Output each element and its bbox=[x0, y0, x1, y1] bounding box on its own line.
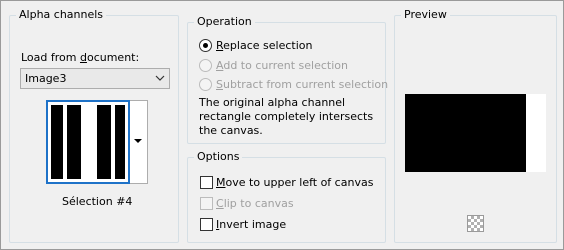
preview-image bbox=[405, 94, 546, 172]
replace-selection-radio[interactable] bbox=[199, 39, 212, 52]
preview-alpha-area bbox=[405, 94, 526, 172]
replace-selection-label[interactable]: Replace selection bbox=[216, 39, 312, 53]
invert-image-checkbox[interactable] bbox=[200, 218, 213, 231]
options-title: Options bbox=[194, 150, 243, 164]
add-to-selection-label[interactable]: Add to current selection bbox=[216, 59, 348, 73]
checkerboard-icon[interactable] bbox=[467, 215, 484, 232]
document-select-value: Image3 bbox=[25, 72, 67, 85]
subtract-from-selection-radio[interactable] bbox=[199, 78, 212, 91]
move-to-upper-left-checkbox[interactable] bbox=[200, 176, 213, 189]
clip-to-canvas-checkbox[interactable] bbox=[200, 197, 213, 210]
subtract-from-selection-label[interactable]: Subtract from current selection bbox=[216, 78, 388, 92]
dropdown-triangle-icon bbox=[134, 139, 142, 143]
clip-to-canvas-label[interactable]: Clip to canvas bbox=[216, 197, 294, 211]
preview-title: Preview bbox=[401, 8, 450, 22]
operation-title: Operation bbox=[194, 15, 255, 29]
alpha-channels-title: Alpha channels bbox=[16, 8, 107, 22]
document-select[interactable]: Image3 bbox=[20, 68, 170, 89]
selection-caption: Sélection #4 bbox=[62, 195, 133, 208]
load-from-document-label: Load from document: bbox=[21, 51, 140, 64]
alpha-channel-thumbnail[interactable] bbox=[46, 100, 130, 184]
alpha-channel-thumbnail-image bbox=[51, 105, 125, 179]
thumbnail-white-stripe-right bbox=[111, 105, 115, 179]
move-to-upper-left-label[interactable]: Move to upper left of canvas bbox=[216, 176, 373, 190]
radio-selected-dot bbox=[203, 43, 208, 48]
invert-image-label[interactable]: Invert image bbox=[216, 218, 286, 232]
add-to-selection-radio[interactable] bbox=[199, 59, 212, 72]
thumbnail-white-stripe-center bbox=[81, 105, 97, 179]
thumbnail-dropdown-button[interactable] bbox=[130, 100, 148, 184]
operation-description: The original alpha channel rectangle com… bbox=[199, 96, 374, 137]
chevron-down-icon bbox=[155, 75, 165, 81]
thumbnail-white-stripe-left bbox=[63, 105, 67, 179]
